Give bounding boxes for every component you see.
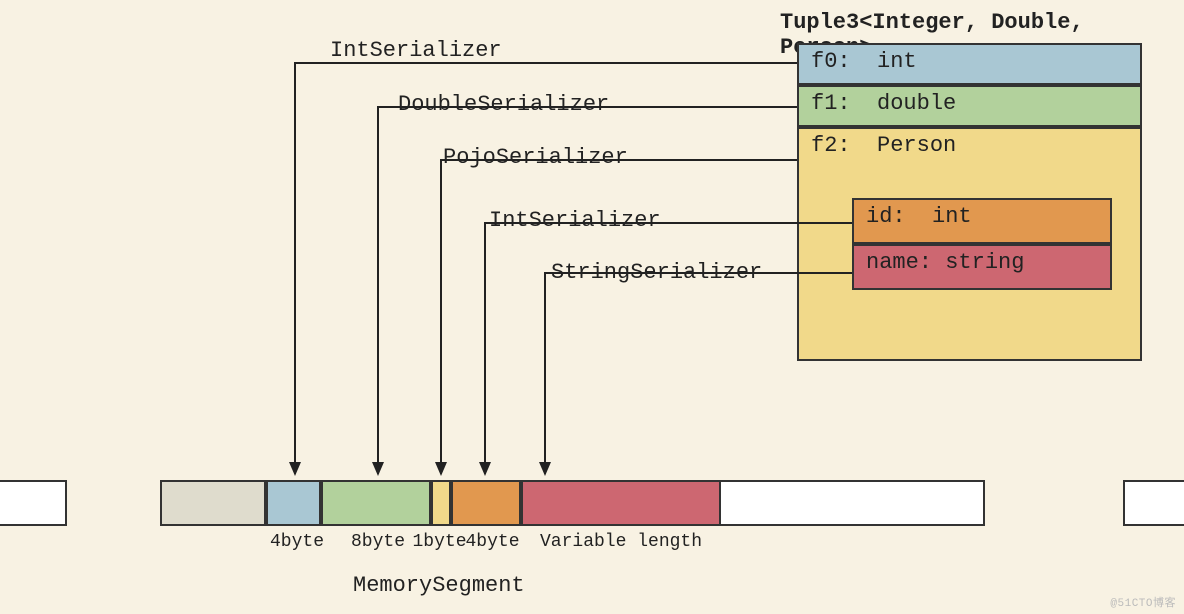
arrows-svg: [0, 0, 1184, 614]
